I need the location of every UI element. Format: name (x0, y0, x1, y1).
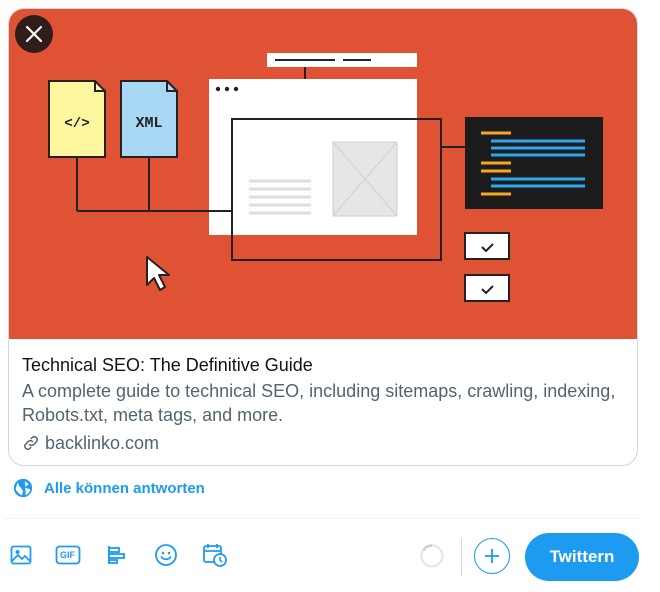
card-image[interactable]: </> XML (9, 9, 637, 339)
reply-setting-button[interactable]: Alle können antworten (12, 477, 205, 499)
close-icon (25, 25, 43, 43)
emoji-button[interactable] (151, 540, 181, 570)
card-domain: backlinko.com (45, 433, 160, 453)
poll-icon (108, 546, 125, 564)
character-count-ring (420, 544, 444, 568)
add-tweet-button[interactable] (474, 538, 510, 574)
svg-text:</>: </> (64, 116, 89, 132)
card-description: A complete guide to technical SEO, inclu… (22, 381, 616, 425)
schedule-icon (203, 544, 227, 567)
plus-icon (485, 549, 499, 563)
reply-setting-label: Alle können antworten (44, 479, 205, 497)
link-card[interactable]: </> XML Technical SEO: The Definitive Gu… (8, 8, 638, 466)
globe-icon (13, 478, 33, 498)
schedule-button[interactable] (200, 540, 230, 570)
link-icon (24, 436, 38, 450)
gif-button[interactable]: GIF (53, 540, 83, 570)
media-button[interactable] (6, 540, 36, 570)
image-icon (10, 545, 32, 565)
gif-label: GIF (60, 550, 75, 560)
divider (4, 518, 640, 519)
card-title: Technical SEO: The Definitive Guide (22, 355, 313, 375)
emoji-icon (155, 544, 177, 566)
seo-illustration: </> XML (48, 53, 603, 302)
tweet-button[interactable]: Twittern (525, 533, 639, 581)
toolbar-separator (461, 538, 462, 576)
svg-text:XML: XML (135, 115, 162, 132)
poll-button[interactable] (102, 540, 132, 570)
card-domain-row: backlinko.com (22, 431, 626, 455)
card-text: Technical SEO: The Definitive Guide A co… (9, 339, 637, 455)
close-button[interactable] (15, 15, 53, 53)
